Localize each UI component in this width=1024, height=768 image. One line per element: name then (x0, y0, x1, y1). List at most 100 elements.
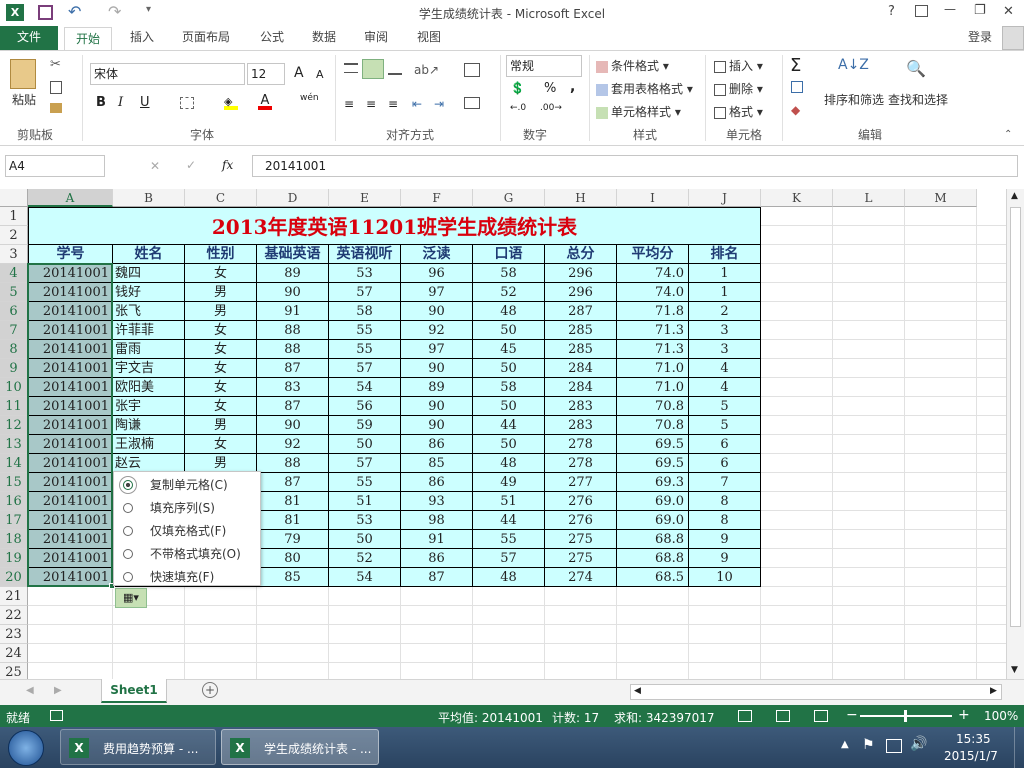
restore-button[interactable]: ❐ (974, 3, 986, 18)
data-cell[interactable]: 88 (257, 454, 329, 473)
find-select-button[interactable]: 查找和选择 (888, 91, 948, 108)
add-sheet-button[interactable]: + (202, 682, 218, 698)
data-cell[interactable]: 296 (545, 264, 617, 283)
zoom-in-icon[interactable]: + (958, 707, 970, 723)
volume-icon[interactable]: 🔊 (910, 736, 927, 752)
row-header[interactable]: 17 (0, 511, 28, 530)
data-cell[interactable]: 287 (545, 302, 617, 321)
column-header[interactable]: F (401, 189, 473, 207)
row-header[interactable]: 16 (0, 492, 28, 511)
align-bottom-icon[interactable] (388, 65, 402, 75)
currency-icon[interactable]: 💲 (510, 81, 525, 95)
data-cell[interactable]: 魏四 (113, 264, 185, 283)
data-cell[interactable]: 48 (473, 454, 545, 473)
show-desktop-button[interactable] (1014, 727, 1024, 768)
column-header[interactable]: C (185, 189, 257, 207)
data-cell[interactable]: 275 (545, 549, 617, 568)
row-header[interactable]: 4 (0, 264, 28, 283)
column-header[interactable]: J (689, 189, 761, 207)
data-cell[interactable]: 91 (401, 530, 473, 549)
row-header[interactable]: 3 (0, 245, 28, 264)
data-cell[interactable]: 45 (473, 340, 545, 359)
align-center-icon[interactable]: ≡ (366, 97, 376, 111)
data-cell[interactable]: 女 (185, 359, 257, 378)
zoom-level[interactable]: 100% (984, 709, 1018, 723)
data-cell[interactable]: 44 (473, 511, 545, 530)
data-cell[interactable]: 90 (401, 359, 473, 378)
data-cell[interactable]: 68.5 (617, 568, 689, 587)
header-cell[interactable]: 姓名 (113, 245, 185, 264)
data-cell[interactable]: 96 (401, 264, 473, 283)
data-cell[interactable]: 48 (473, 568, 545, 587)
sort-filter-button[interactable]: 排序和筛选 (824, 91, 884, 108)
hscroll-left-icon[interactable]: ◀ (634, 686, 641, 696)
insert-cells-button[interactable]: 插入 ▾ (714, 57, 763, 74)
data-cell[interactable]: 58 (473, 378, 545, 397)
header-cell[interactable]: 口语 (473, 245, 545, 264)
header-cell[interactable]: 学号 (28, 245, 113, 264)
data-cell[interactable]: 54 (329, 378, 401, 397)
row-header[interactable]: 2 (0, 226, 28, 245)
data-cell[interactable]: 87 (401, 568, 473, 587)
data-cell[interactable]: 50 (473, 359, 545, 378)
tab-page-layout[interactable]: 页面布局 (176, 26, 236, 50)
header-cell[interactable]: 基础英语 (257, 245, 329, 264)
header-cell[interactable]: 英语视听 (329, 245, 401, 264)
taskbar-item-grades[interactable]: X 学生成绩统计表 - ... (221, 729, 379, 765)
data-cell[interactable]: 3 (689, 321, 761, 340)
delete-cells-button[interactable]: 删除 ▾ (714, 80, 763, 97)
data-cell[interactable]: 8 (689, 511, 761, 530)
select-all-corner[interactable] (0, 189, 28, 207)
data-cell[interactable]: 71.0 (617, 378, 689, 397)
data-cell[interactable]: 57 (329, 454, 401, 473)
name-box[interactable]: A4 (5, 155, 105, 177)
data-cell[interactable]: 钱好 (113, 283, 185, 302)
data-cell[interactable]: 278 (545, 435, 617, 454)
paste-icon[interactable] (10, 59, 36, 89)
data-cell[interactable]: 52 (473, 283, 545, 302)
tab-review[interactable]: 审阅 (358, 26, 394, 50)
data-cell[interactable]: 285 (545, 340, 617, 359)
autofill-options-button[interactable]: ▦▾ (115, 588, 147, 608)
data-cell[interactable]: 296 (545, 283, 617, 302)
data-cell[interactable]: 274 (545, 568, 617, 587)
italic-button[interactable]: I (118, 95, 123, 110)
action-center-flag-icon[interactable]: ⚑ (862, 737, 875, 753)
data-cell[interactable]: 9 (689, 549, 761, 568)
sort-filter-icon[interactable]: A↓Z (838, 57, 869, 73)
column-header[interactable]: D (257, 189, 329, 207)
data-cell[interactable]: 宇文吉 (113, 359, 185, 378)
paste-button[interactable]: 粘贴 (12, 91, 36, 108)
data-cell[interactable]: 81 (257, 492, 329, 511)
data-cell[interactable]: 87 (257, 397, 329, 416)
data-cell[interactable]: 90 (257, 416, 329, 435)
data-cell[interactable]: 59 (329, 416, 401, 435)
data-cell[interactable]: 57 (329, 283, 401, 302)
data-cell[interactable]: 285 (545, 321, 617, 340)
tab-view[interactable]: 视图 (411, 26, 447, 50)
data-cell[interactable]: 283 (545, 397, 617, 416)
data-cell[interactable]: 2 (689, 302, 761, 321)
zoom-out-icon[interactable]: − (846, 707, 858, 723)
data-cell[interactable]: 90 (401, 397, 473, 416)
vertical-scrollbar[interactable]: ▲ ▼ (1006, 189, 1024, 679)
data-cell[interactable]: 50 (473, 321, 545, 340)
decrease-indent-icon[interactable]: ⇤ (412, 97, 422, 111)
data-cell[interactable]: 68.8 (617, 549, 689, 568)
row-header[interactable]: 18 (0, 530, 28, 549)
data-cell[interactable]: 74.0 (617, 264, 689, 283)
phonetic-button[interactable]: wén (300, 93, 319, 103)
number-format-select[interactable]: 常规 (506, 55, 582, 77)
data-cell[interactable]: 70.8 (617, 397, 689, 416)
row-header[interactable]: 14 (0, 454, 28, 473)
align-top-icon[interactable] (344, 63, 358, 73)
data-cell[interactable]: 3 (689, 340, 761, 359)
data-cell[interactable]: 85 (257, 568, 329, 587)
start-button-icon[interactable] (8, 730, 44, 766)
column-header[interactable]: L (833, 189, 905, 207)
data-cell[interactable]: 80 (257, 549, 329, 568)
data-cell[interactable]: 86 (401, 435, 473, 454)
row-header[interactable]: 15 (0, 473, 28, 492)
worksheet-grid[interactable]: ABCDEFGHIJKLM 1 2 3 4 5 6 7 8 9 10 11 12 13 14 15 16 17 1… (0, 189, 1006, 679)
data-cell[interactable]: 55 (329, 473, 401, 492)
